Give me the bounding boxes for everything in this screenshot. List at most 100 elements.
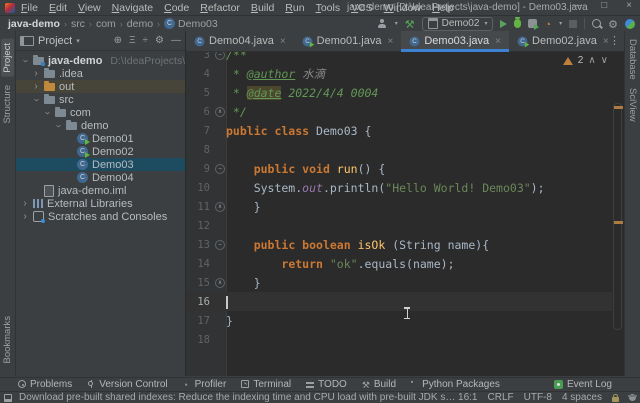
- status-caret-position[interactable]: 16:1: [458, 392, 477, 403]
- code-line-18[interactable]: 18: [186, 330, 612, 349]
- tab-demo02-java[interactable]: Demo02.java×: [509, 31, 617, 51]
- profiler-icon[interactable]: [544, 15, 551, 33]
- tree-item-demo02[interactable]: ›Demo02: [16, 145, 185, 158]
- line-number[interactable]: 8: [186, 144, 214, 156]
- breadcrumb-java-demo[interactable]: java-demo: [8, 18, 60, 30]
- code-line-11[interactable]: 11 }: [186, 197, 612, 216]
- line-number[interactable]: 12: [186, 220, 214, 232]
- line-number[interactable]: 7: [186, 125, 214, 137]
- tool-window-button-terminal[interactable]: Terminal: [241, 379, 291, 390]
- run-configuration-select[interactable]: Demo02▾: [422, 17, 494, 31]
- editor-area[interactable]: 3/**4 * @author 水滴5 * @date 2022/4/4 000…: [186, 31, 624, 376]
- fold-end-icon[interactable]: [215, 107, 225, 117]
- tree-item-com[interactable]: ›com: [16, 106, 185, 119]
- minimize-icon[interactable]: —: [572, 0, 582, 11]
- close-icon[interactable]: ×: [603, 36, 609, 47]
- status-file-encoding[interactable]: UTF-8: [524, 392, 552, 403]
- stripe-item-sciview[interactable]: SciView: [627, 88, 638, 122]
- code-line-13[interactable]: 13 public boolean isOk (String name){: [186, 235, 612, 254]
- tool-window-button-python-packages[interactable]: Python Packages: [411, 379, 500, 390]
- menu-view[interactable]: View: [78, 2, 101, 14]
- code-line-6[interactable]: 6 */: [186, 102, 612, 121]
- sync-icon[interactable]: [625, 19, 635, 29]
- search-icon[interactable]: [592, 19, 601, 28]
- fold-open-icon[interactable]: [215, 164, 225, 174]
- menu-tools[interactable]: Tools: [316, 2, 341, 14]
- chevron-collapsed-icon[interactable]: ›: [32, 69, 40, 79]
- line-number[interactable]: 9: [186, 163, 214, 175]
- menu-build[interactable]: Build: [251, 2, 274, 14]
- chevron-expanded-icon[interactable]: ›: [53, 122, 63, 130]
- menu-run[interactable]: Run: [285, 2, 304, 14]
- warning-stripe-mark[interactable]: [614, 221, 623, 224]
- expand-all-icon[interactable]: Ξ: [129, 35, 136, 46]
- code-line-7[interactable]: 7public class Demo03 {: [186, 121, 612, 140]
- tool-window-button-problems[interactable]: Problems: [18, 379, 72, 390]
- next-warning-icon[interactable]: ∨: [601, 55, 608, 66]
- coverage-icon[interactable]: [528, 19, 537, 28]
- editor-scrollbar[interactable]: [613, 103, 622, 330]
- fold-end-icon[interactable]: [215, 278, 225, 288]
- locate-icon[interactable]: ⊕: [114, 35, 122, 46]
- tab-demo01-java[interactable]: Demo01.java×: [294, 31, 402, 51]
- menu-refactor[interactable]: Refactor: [200, 2, 240, 14]
- hector-icon[interactable]: [629, 394, 636, 401]
- tree-item-scratches-and-consoles[interactable]: ›Scratches and Consoles: [16, 210, 185, 223]
- tree-item-out[interactable]: ›out: [16, 80, 185, 93]
- code-line-5[interactable]: 5 * @date 2022/4/4 0004: [186, 83, 612, 102]
- line-number[interactable]: 10: [186, 182, 214, 194]
- stripe-item-bookmarks[interactable]: Bookmarks: [2, 316, 13, 364]
- line-number[interactable]: 14: [186, 258, 214, 270]
- line-number[interactable]: 6: [186, 106, 214, 118]
- code-line-16[interactable]: 16: [186, 292, 612, 311]
- lock-icon[interactable]: [612, 397, 619, 402]
- line-number[interactable]: 13: [186, 239, 214, 251]
- stripe-item-structure[interactable]: Structure: [2, 85, 13, 124]
- close-icon[interactable]: ×: [388, 36, 394, 47]
- menu-file[interactable]: File: [21, 2, 38, 14]
- tool-window-toggle-icon[interactable]: [4, 394, 12, 402]
- tab-demo03-java[interactable]: Demo03.java×: [401, 31, 509, 51]
- breadcrumb-demo03[interactable]: Demo03: [164, 18, 218, 30]
- stripe-item-database[interactable]: Database: [627, 39, 638, 80]
- fold-end-icon[interactable]: [215, 202, 225, 212]
- code-line-8[interactable]: 8: [186, 140, 612, 159]
- tool-window-button-event-log[interactable]: Event Log: [554, 379, 612, 390]
- breadcrumb-com[interactable]: com: [96, 18, 116, 30]
- tool-window-button-todo[interactable]: TODO: [306, 379, 347, 390]
- maximize-icon[interactable]: □: [601, 0, 607, 11]
- code-line-15[interactable]: 15 }: [186, 273, 612, 292]
- collapse-all-icon[interactable]: ÷: [143, 35, 149, 46]
- tree-item-src[interactable]: ›src: [16, 93, 185, 106]
- chevron-expanded-icon[interactable]: ›: [31, 96, 41, 104]
- tab-options-icon[interactable]: ⋮: [609, 34, 620, 47]
- chevron-expanded-icon[interactable]: ›: [20, 57, 30, 65]
- line-number[interactable]: 11: [186, 201, 214, 213]
- stop-icon[interactable]: [569, 20, 577, 28]
- stripe-item-project[interactable]: Project: [1, 39, 14, 77]
- tree-item-demo03[interactable]: ›Demo03: [16, 158, 185, 171]
- line-number[interactable]: 16: [186, 296, 214, 308]
- fold-open-icon[interactable]: [215, 240, 225, 250]
- settings-icon[interactable]: [608, 15, 618, 33]
- code-line-9[interactable]: 9 public void run() {: [186, 159, 612, 178]
- status-message[interactable]: Download pre-built shared indexes: Reduc…: [19, 392, 458, 403]
- tree-item-java-demo-iml[interactable]: ›java-demo.iml: [16, 184, 185, 197]
- chevron-expanded-icon[interactable]: ›: [42, 109, 52, 117]
- tree-item-demo01[interactable]: ›Demo01: [16, 132, 185, 145]
- code-line-4[interactable]: 4 * @author 水滴: [186, 64, 612, 83]
- tree-item-demo04[interactable]: ›Demo04: [16, 171, 185, 184]
- tool-window-button-profiler[interactable]: Profiler: [183, 379, 227, 390]
- line-number[interactable]: 18: [186, 334, 214, 346]
- status-line-separator[interactable]: CRLF: [488, 392, 514, 403]
- close-icon[interactable]: ×: [495, 36, 501, 47]
- status-indent-style[interactable]: 4 spaces: [562, 392, 602, 403]
- line-number[interactable]: 4: [186, 68, 214, 80]
- menu-edit[interactable]: Edit: [49, 2, 67, 14]
- chevron-down-icon[interactable]: ▾: [76, 37, 80, 45]
- close-icon[interactable]: ×: [626, 0, 632, 11]
- inspection-widget[interactable]: 2 ∧ ∨: [563, 55, 608, 66]
- tree-item-java-demo[interactable]: ›java-demoD:\IdeaProjects\java-demo: [16, 54, 185, 67]
- close-icon[interactable]: ×: [280, 36, 286, 47]
- prev-warning-icon[interactable]: ∧: [588, 55, 595, 66]
